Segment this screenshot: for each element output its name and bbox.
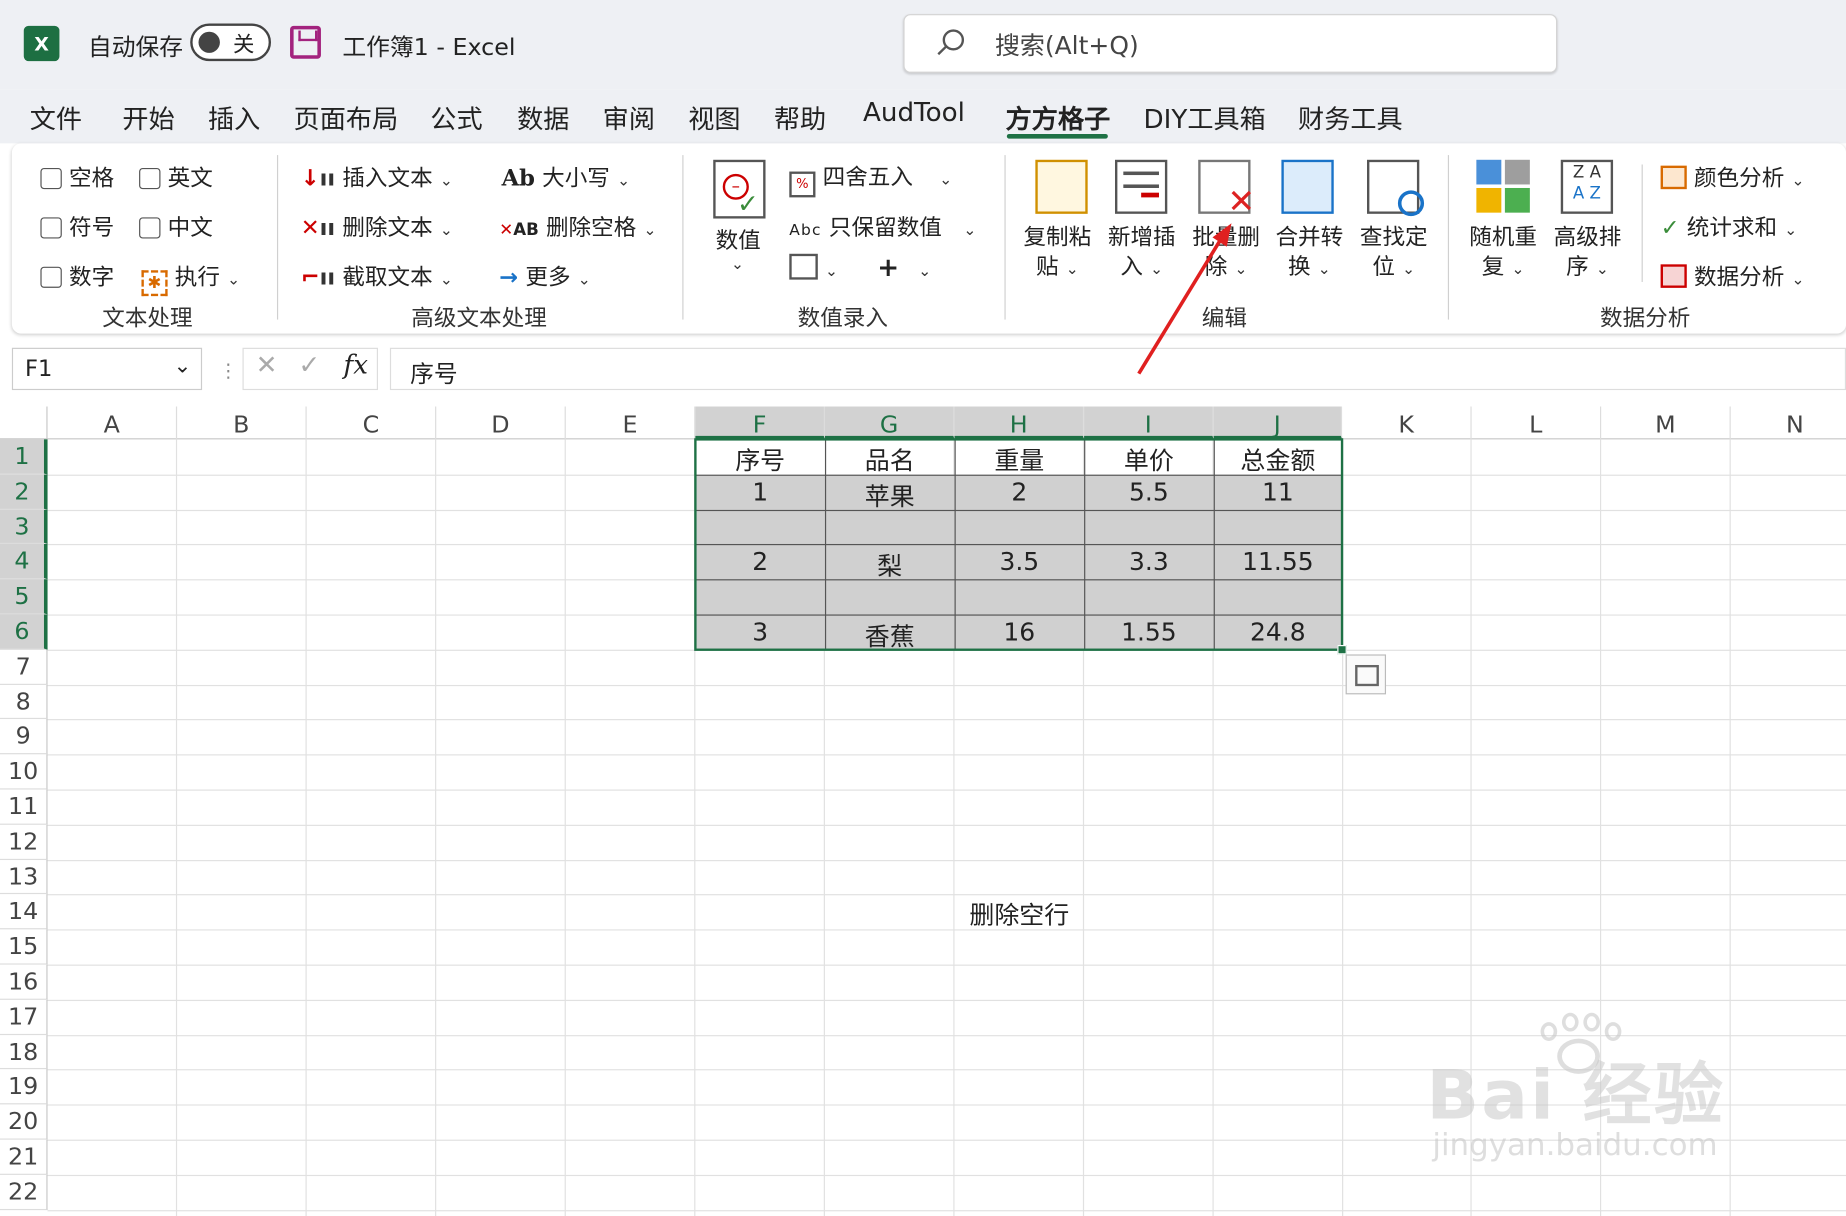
table-cell[interactable]: 11 (1214, 478, 1342, 506)
table-cell[interactable]: 香蕉 (825, 618, 955, 653)
table-cell[interactable]: 3.5 (955, 548, 1085, 576)
paw-icon (1533, 1012, 1628, 1083)
table-cell[interactable]: 1.55 (1084, 618, 1214, 646)
table-cell[interactable]: 3.3 (1084, 548, 1214, 576)
annotation-text[interactable]: 删除空行 (927, 896, 1111, 931)
table-cell[interactable]: 5.5 (1084, 478, 1214, 506)
table-header-cell[interactable]: 序号 (695, 442, 825, 477)
table-cell[interactable]: 1 (695, 478, 825, 506)
red-arrow-annotation (1137, 223, 1232, 375)
table-cell[interactable]: 2 (955, 478, 1085, 506)
table-header-cell[interactable]: 单价 (1084, 442, 1214, 477)
fill-handle[interactable] (1337, 645, 1347, 655)
table-cell[interactable]: 3 (695, 618, 825, 646)
table-cell[interactable]: 16 (955, 618, 1085, 646)
table-header-cell[interactable]: 品名 (825, 442, 955, 477)
quick-analysis-icon[interactable] (1345, 654, 1387, 695)
baidu-watermark-url: jingyan.baidu.com (1432, 1127, 1718, 1164)
table-cell[interactable]: 苹果 (825, 478, 955, 513)
table-cell[interactable]: 梨 (825, 548, 955, 583)
table-header-cell[interactable]: 总金额 (1214, 442, 1342, 477)
table-cell[interactable]: 2 (695, 548, 825, 576)
table-cell[interactable]: 24.8 (1214, 618, 1342, 646)
table-header-cell[interactable]: 重量 (955, 442, 1085, 477)
table-cell[interactable]: 11.55 (1214, 548, 1342, 576)
